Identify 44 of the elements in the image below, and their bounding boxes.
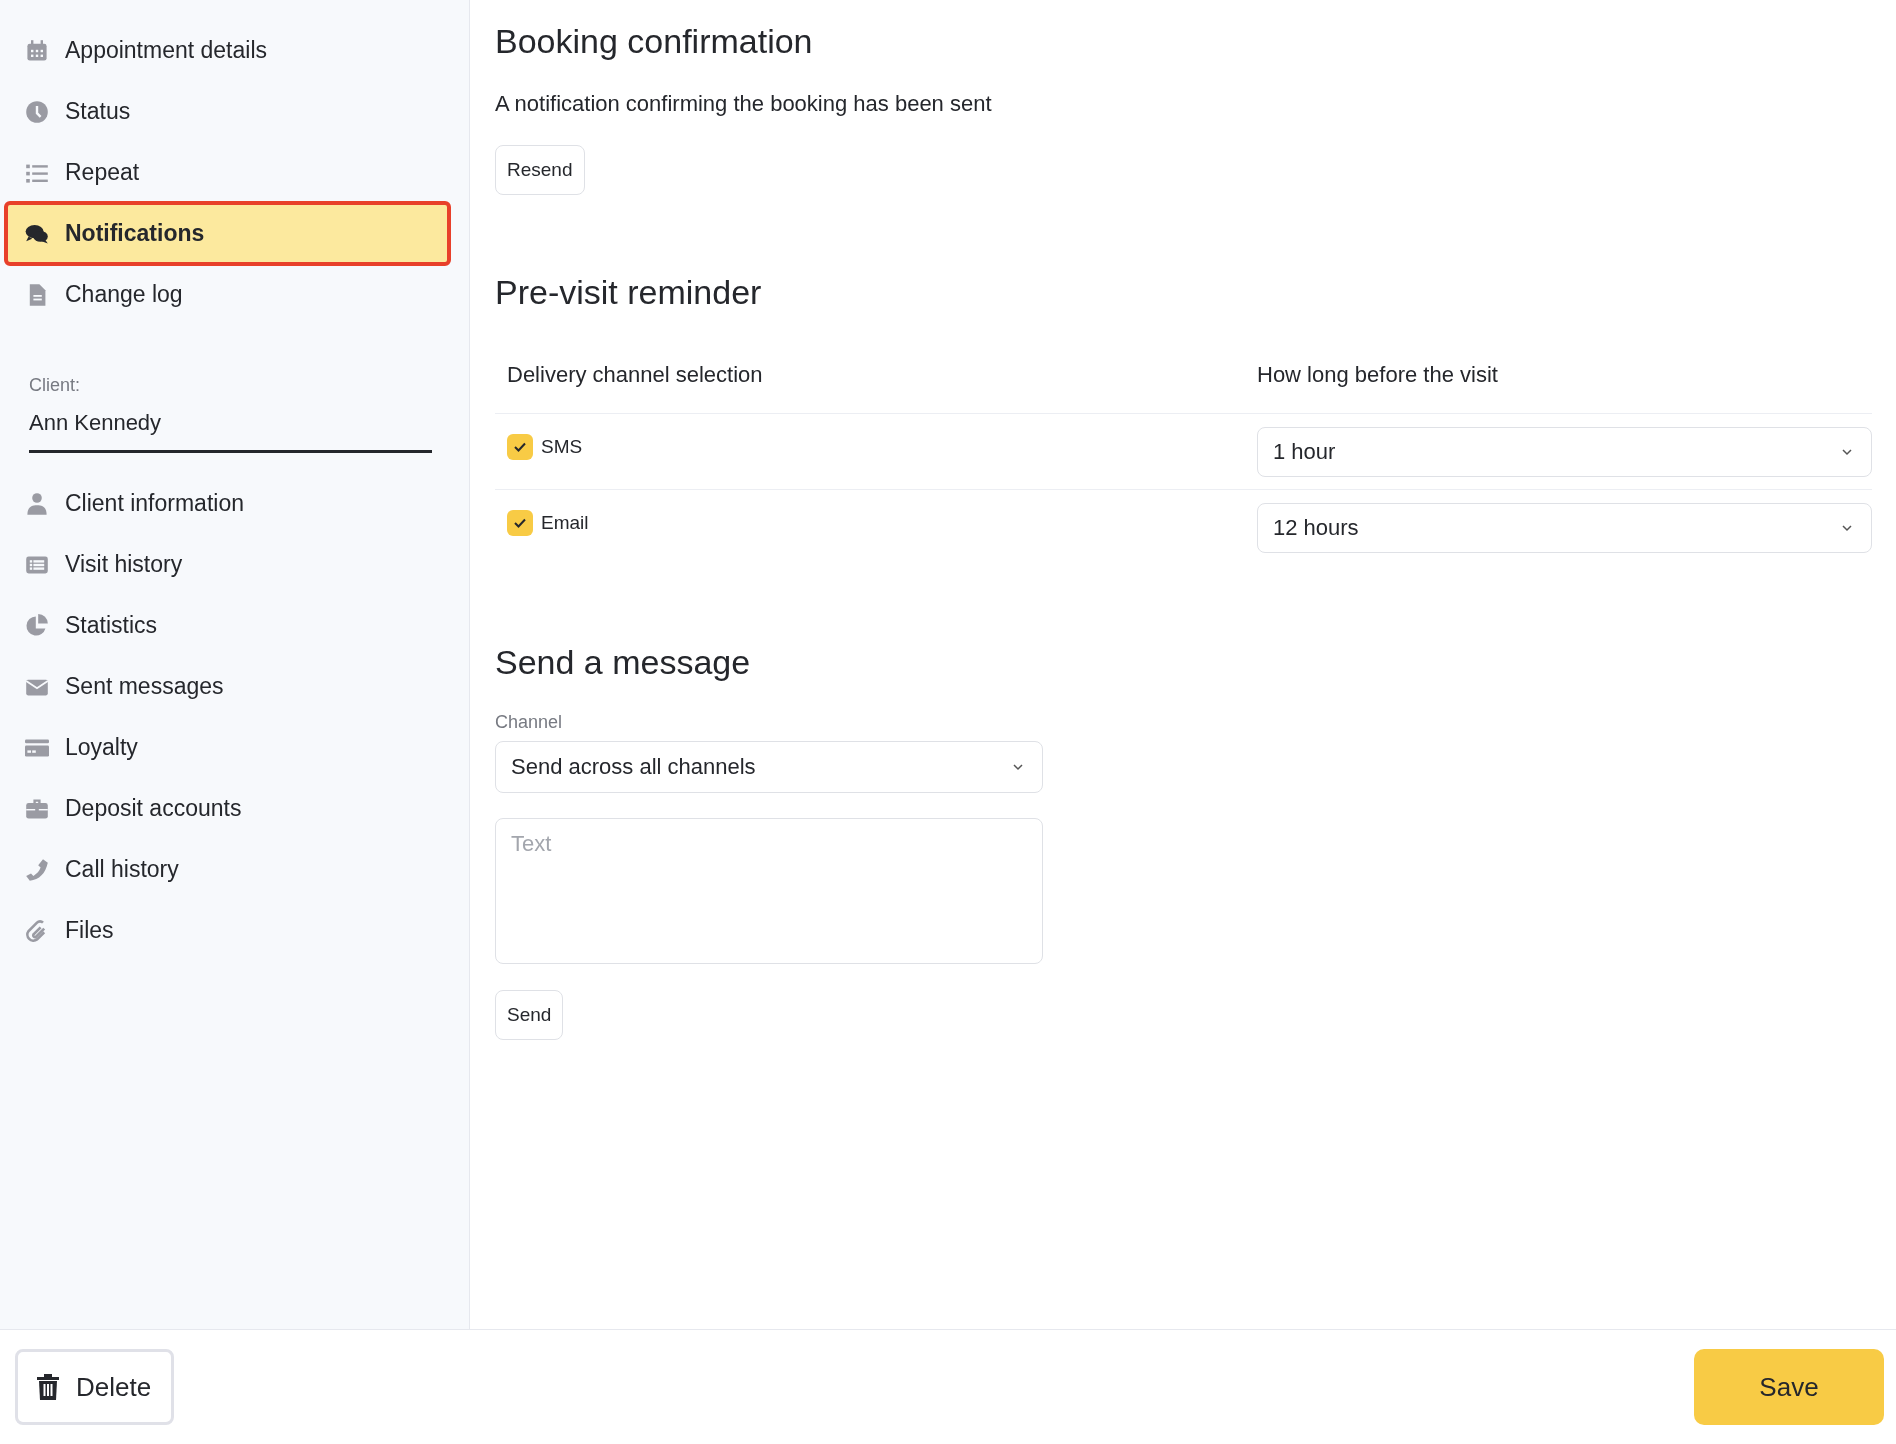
channel-dropdown[interactable]: Send across all channels <box>495 741 1043 793</box>
confirmation-text: A notification confirming the booking has been sent <box>495 91 993 117</box>
section-title: Booking confirmation <box>495 22 814 61</box>
person-icon <box>25 491 49 516</box>
sidebar-item[interactable]: Appointment details <box>6 20 449 81</box>
sidebar-item[interactable]: Deposit accounts <box>6 778 449 839</box>
pie-icon <box>25 613 49 638</box>
client-name: Ann Kennedy <box>29 396 432 453</box>
clock-icon <box>25 99 49 124</box>
sidebar-item[interactable]: Status <box>6 81 449 142</box>
save-button[interactable]: Save <box>1694 1349 1884 1425</box>
checkbox[interactable] <box>507 510 533 536</box>
sidebar-item[interactable]: Loyalty <box>6 717 449 778</box>
delete-button[interactable]: Delete <box>15 1349 175 1425</box>
chevron-down-icon <box>1841 524 1853 532</box>
sidebar-item[interactable]: Sent messages <box>6 656 449 717</box>
sidebar-item[interactable]: Statistics <box>6 595 449 656</box>
message-input-field[interactable]: Text <box>495 818 1043 964</box>
sidebar-item[interactable]: Client information <box>6 473 449 534</box>
briefcase-icon <box>25 796 49 821</box>
column-header: How long before the visit <box>1257 362 1499 388</box>
section-title: Send a message <box>495 643 752 682</box>
chevron-down-icon <box>1012 763 1024 771</box>
field-label: Channel <box>495 712 564 733</box>
client-label: Client: <box>29 375 82 396</box>
column-header: Delivery channel selection <box>507 362 764 388</box>
resend-button[interactable]: Resend <box>495 145 585 195</box>
sidebar-item[interactable]: Change log <box>6 264 449 325</box>
sidebar-item[interactable]: Call history <box>6 839 449 900</box>
send-button[interactable]: Send <box>495 990 564 1040</box>
time-dropdown[interactable]: 12 hours <box>1257 503 1872 553</box>
time-dropdown[interactable]: 1 hour <box>1257 427 1872 477</box>
sidebar-item[interactable]: Notifications <box>6 203 449 264</box>
phone-icon <box>25 857 49 882</box>
calendar-icon <box>25 38 49 63</box>
channel-label: Email <box>541 512 589 534</box>
sidebar-item[interactable]: Repeat <box>6 142 449 203</box>
trash-icon <box>36 1374 60 1400</box>
chevron-down-icon <box>1841 448 1853 456</box>
channel-label: SMS <box>541 436 583 458</box>
section-title: Pre-visit reminder <box>495 273 763 312</box>
checkbox[interactable] <box>507 434 533 460</box>
sidebar-item[interactable]: Files <box>6 900 449 961</box>
sidebar-item[interactable]: Visit history <box>6 534 449 595</box>
